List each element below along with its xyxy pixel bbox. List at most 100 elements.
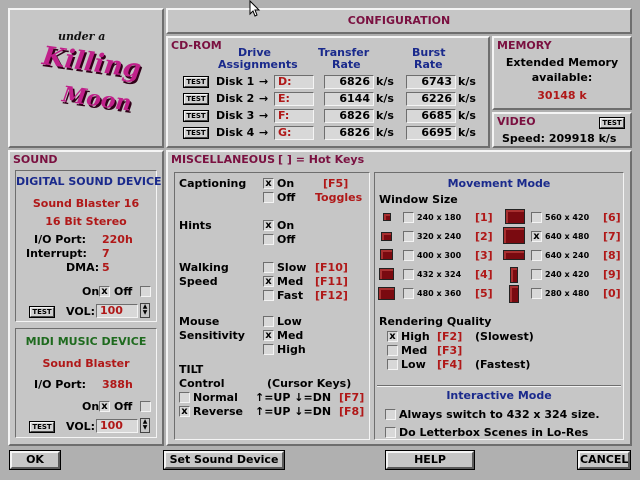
midi-on-checkbox[interactable]: x: [99, 401, 110, 412]
window-size-0-checkbox[interactable]: [531, 288, 542, 299]
cancel-button[interactable]: CANCEL: [577, 450, 631, 470]
walking-fast-checkbox[interactable]: [263, 290, 274, 301]
disk-3-label: Disk 3: [216, 109, 255, 122]
disk-2-drive-field[interactable]: E:: [274, 92, 314, 106]
render-med-checkbox[interactable]: [387, 345, 398, 356]
col-burst-2: Rate: [414, 58, 443, 71]
logo-line1: under a: [58, 30, 106, 43]
midi-vol-field[interactable]: 100: [96, 419, 138, 433]
logo-line2: Killing: [40, 41, 143, 85]
disk-4-drive-field[interactable]: G:: [274, 126, 314, 140]
tilt-normal-hotkey: [F7]: [339, 391, 365, 404]
sound-panel: SOUND DIGITAL SOUND DEVICE Sound Blaster…: [8, 150, 164, 446]
midi-music-group: MIDI MUSIC DEVICE Sound Blaster I/O Port…: [15, 328, 157, 438]
midi-test-button[interactable]: TEST: [29, 421, 55, 433]
mouse-med-label: Med: [277, 329, 304, 342]
digital-test-button[interactable]: TEST: [29, 306, 55, 318]
disk-3-drive-field[interactable]: F:: [274, 109, 314, 123]
digital-dma-label: DMA:: [66, 261, 100, 274]
mouse-high-checkbox[interactable]: [263, 344, 274, 355]
window-size-2-checkbox[interactable]: [403, 231, 414, 242]
walking-slow-checkbox[interactable]: [263, 262, 274, 273]
midi-title: MIDI MUSIC DEVICE: [25, 335, 147, 348]
mouse-med-checkbox[interactable]: x: [263, 330, 274, 341]
digital-on-label: On: [82, 285, 100, 298]
hints-off-checkbox[interactable]: [263, 234, 274, 245]
configuration-title: CONFIGURATION: [347, 14, 451, 27]
window-size-4-key: [4]: [475, 268, 493, 281]
window-size-4-label: 432 x 324: [417, 270, 462, 279]
interactive-letterbox-label: Do Letterbox Scenes in Lo-Res: [399, 426, 589, 439]
digital-irq-value: 7: [102, 247, 110, 260]
captioning-off-checkbox[interactable]: [263, 192, 274, 203]
memory-panel: MEMORY Extended Memory available: 30148 …: [492, 36, 632, 110]
window-size-5-checkbox[interactable]: [403, 288, 414, 299]
disk-2-test-button[interactable]: TEST: [183, 93, 209, 105]
disk-3-transfer-unit: k/s: [376, 109, 394, 122]
render-low-label: Low: [401, 358, 426, 371]
digital-vol-field[interactable]: 100: [96, 304, 138, 318]
window-size-0-label: 280 x 480: [545, 289, 590, 298]
col-transfer-2: Rate: [332, 58, 361, 71]
window-size-4-checkbox[interactable]: [403, 269, 414, 280]
disk-3-test-button[interactable]: TEST: [183, 110, 209, 122]
video-test-button[interactable]: TEST: [599, 117, 625, 129]
midi-off-checkbox[interactable]: [140, 401, 151, 412]
tilt-normal-checkbox[interactable]: [179, 392, 190, 403]
digital-io-value: 220h: [102, 233, 133, 246]
disk-4-transfer: 6826: [324, 126, 374, 140]
tilt-cursor-keys: (Cursor Keys): [267, 377, 352, 390]
walking-med-checkbox[interactable]: x: [263, 276, 274, 287]
tilt-reverse-label: Reverse: [193, 405, 243, 418]
tilt-reverse-checkbox[interactable]: x: [179, 406, 190, 417]
window-size-6-checkbox[interactable]: [531, 212, 542, 223]
digital-device[interactable]: Sound Blaster 16: [16, 197, 156, 210]
window-size-2-label: 320 x 240: [417, 232, 462, 241]
disk-2-label: Disk 2: [216, 92, 255, 105]
window-size-1-key: [1]: [475, 211, 493, 224]
disk-4-test-button[interactable]: TEST: [183, 127, 209, 139]
help-button[interactable]: HELP: [385, 450, 475, 470]
digital-off-label: Off: [114, 285, 133, 298]
render-low-checkbox[interactable]: [387, 359, 398, 370]
interactive-letterbox-checkbox[interactable]: [385, 427, 396, 438]
mouse-low-checkbox[interactable]: [263, 316, 274, 327]
disk-1-burst-unit: k/s: [458, 75, 476, 88]
render-high-key: [F2]: [437, 330, 463, 343]
captioning-on-checkbox[interactable]: x: [263, 178, 274, 189]
window-size-label: Window Size: [379, 193, 458, 206]
interactive-switch-label: Always switch to 432 x 324 size.: [399, 408, 600, 421]
digital-vol-spinner[interactable]: ▲ ▼: [140, 303, 150, 318]
window-size-7-checkbox[interactable]: x: [531, 231, 542, 242]
disk-1-test-button[interactable]: TEST: [183, 76, 209, 88]
disk-1-drive-field[interactable]: D:: [274, 75, 314, 89]
digital-on-checkbox[interactable]: x: [99, 286, 110, 297]
midi-device[interactable]: Sound Blaster: [16, 357, 156, 370]
ok-button[interactable]: OK: [9, 450, 61, 470]
window-size-8-checkbox[interactable]: [531, 250, 542, 261]
window-thumb-8: [503, 250, 525, 260]
disk-2-transfer: 6144: [324, 92, 374, 106]
captioning-toggles: Toggles: [315, 191, 363, 204]
arrow-right-icon: →: [259, 92, 269, 105]
hints-on-checkbox[interactable]: x: [263, 220, 274, 231]
render-high-checkbox[interactable]: x: [387, 331, 398, 342]
mouse-high-label: High: [277, 343, 306, 356]
window-size-3-checkbox[interactable]: [403, 250, 414, 261]
window-size-9-checkbox[interactable]: [531, 269, 542, 280]
disk-1-label: Disk 1: [216, 75, 255, 88]
disk-3-burst-unit: k/s: [458, 109, 476, 122]
interactive-switch-checkbox[interactable]: [385, 409, 396, 420]
walking-fast-key: [F12]: [315, 289, 348, 302]
window-size-8-key: [8]: [603, 249, 621, 262]
cdrom-panel: CD-ROM Drive Assignments Transfer Rate B…: [166, 36, 490, 148]
tilt-normal-label: Normal: [193, 391, 238, 404]
midi-vol-spinner[interactable]: ▲ ▼: [140, 418, 150, 433]
digital-off-checkbox[interactable]: [140, 286, 151, 297]
window-size-1-checkbox[interactable]: [403, 212, 414, 223]
window-size-6-label: 560 x 420: [545, 213, 590, 222]
set-sound-device-button[interactable]: Set Sound Device: [163, 450, 285, 470]
movement-group: Movement Mode Window Size 240 x 180 [1] …: [374, 172, 624, 440]
window-size-3-label: 400 x 300: [417, 251, 462, 260]
window-size-3-key: [3]: [475, 249, 493, 262]
